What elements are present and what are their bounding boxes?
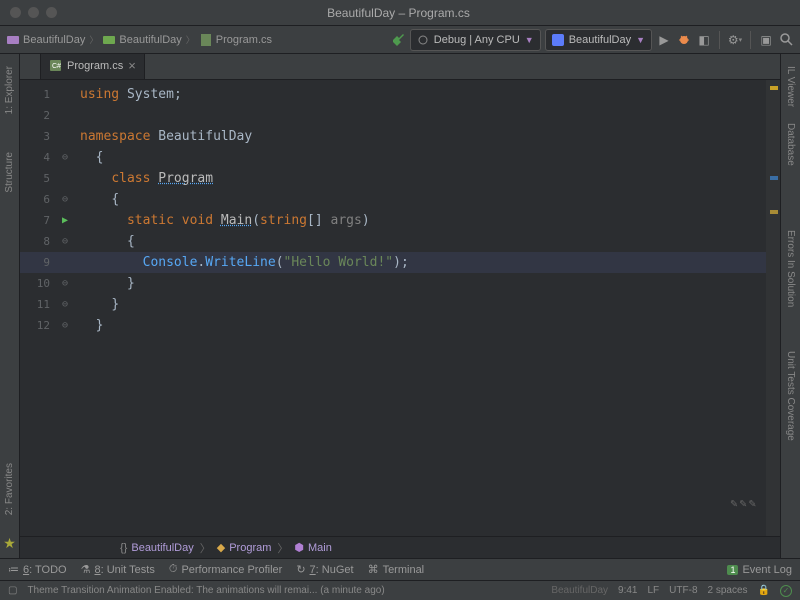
- run-gutter-icon[interactable]: ▶: [56, 215, 74, 226]
- bug-icon: [417, 34, 429, 46]
- coverage-button[interactable]: ◧: [696, 32, 712, 48]
- chevron-down-icon: ▼: [525, 35, 534, 45]
- lock-icon[interactable]: 🔒: [758, 585, 770, 596]
- breadcrumb-item[interactable]: Program.cs: [199, 33, 272, 47]
- encoding[interactable]: UTF-8: [669, 585, 697, 596]
- svg-text:C#: C#: [52, 63, 61, 70]
- search-button[interactable]: [778, 32, 794, 48]
- project-selector[interactable]: BeautifulDay ▼: [545, 29, 652, 51]
- code-nav-bar: {}BeautifulDay 〉 ◆Program 〉 ⬢Main: [20, 536, 780, 558]
- status-message: Theme Transition Animation Enabled: The …: [27, 585, 384, 596]
- nav-method[interactable]: ⬢Main: [294, 541, 331, 554]
- event-log-tool[interactable]: 1Event Log: [727, 564, 792, 576]
- line-number: 6: [20, 193, 56, 206]
- breadcrumb-label: BeautifulDay: [119, 34, 181, 46]
- csharp-file-icon: [199, 33, 213, 47]
- nav-class[interactable]: ◆Program: [217, 541, 272, 554]
- coverage-tool[interactable]: Unit Tests Coverage: [785, 347, 796, 445]
- status-bar: ▢ Theme Transition Animation Enabled: Th…: [0, 580, 800, 600]
- window-title: BeautifulDay – Program.cs: [57, 6, 740, 20]
- code-editor[interactable]: 1 2 3 4⊖ 5 6⊖ 7▶ 8⊖ 9 10⊖ 11⊖ 12⊖ using …: [20, 80, 780, 536]
- nav-namespace[interactable]: {}BeautifulDay: [120, 542, 194, 554]
- tab-label: Program.cs: [67, 60, 123, 72]
- debug-button[interactable]: [676, 32, 692, 48]
- close-dot[interactable]: [10, 7, 21, 18]
- marker-strip[interactable]: [766, 80, 780, 536]
- breadcrumb-item[interactable]: BeautifulDay: [6, 33, 85, 47]
- build-button[interactable]: [390, 32, 406, 48]
- line-ending[interactable]: LF: [648, 585, 660, 596]
- line-number: 12: [20, 319, 56, 332]
- chevron-down-icon: ▼: [636, 35, 645, 45]
- layout-button[interactable]: ▣: [758, 32, 774, 48]
- line-number: 2: [20, 109, 56, 122]
- pens-icon: ✎✎✎: [730, 496, 758, 510]
- breadcrumb-label: BeautifulDay: [23, 34, 85, 46]
- line-number: 5: [20, 172, 56, 185]
- titlebar: BeautifulDay – Program.cs: [0, 0, 800, 26]
- line-number: 11: [20, 298, 56, 311]
- csproj-icon: [102, 33, 116, 47]
- rider-icon: [552, 34, 564, 46]
- favorites-tool[interactable]: 2: Favorites: [4, 459, 15, 519]
- line-number: 7: [20, 214, 56, 227]
- window-controls[interactable]: [0, 7, 57, 18]
- code-content[interactable]: using System; namespace BeautifulDay { c…: [80, 80, 766, 536]
- left-tool-rail: 1: Explorer Structure 2: Favorites ★: [0, 54, 20, 558]
- zoom-dot[interactable]: [46, 7, 57, 18]
- right-tool-rail: IL Viewer Database Errors In Solution Un…: [780, 54, 800, 558]
- line-number: 4: [20, 151, 56, 164]
- profiler-tool[interactable]: ⏱Performance Profiler: [169, 563, 282, 576]
- csharp-file-icon: C#: [49, 59, 62, 72]
- minimize-dot[interactable]: [28, 7, 39, 18]
- warning-marker[interactable]: [770, 210, 778, 214]
- editor-tab[interactable]: C# Program.cs ×: [40, 53, 145, 79]
- line-number: 1: [20, 88, 56, 101]
- run-button[interactable]: ▶: [656, 32, 672, 48]
- main-toolbar: BeautifulDay 〉 BeautifulDay 〉 Program.cs…: [0, 26, 800, 54]
- editor-area: C# Program.cs × 1 2 3 4⊖ 5 6⊖ 7▶ 8⊖ 9 10…: [20, 54, 780, 558]
- project-label: BeautifulDay: [569, 34, 631, 46]
- gutter: 1 2 3 4⊖ 5 6⊖ 7▶ 8⊖ 9 10⊖ 11⊖ 12⊖: [20, 80, 80, 536]
- star-icon: ★: [3, 529, 16, 558]
- il-viewer-tool[interactable]: IL Viewer: [785, 62, 796, 111]
- line-number: 3: [20, 130, 56, 143]
- close-tab-button[interactable]: ×: [128, 58, 136, 73]
- search-icon: [779, 32, 794, 47]
- errors-tool[interactable]: Errors In Solution: [785, 226, 796, 311]
- database-tool[interactable]: Database: [785, 119, 796, 170]
- editor-tabs: C# Program.cs ×: [20, 54, 780, 80]
- breadcrumb-item[interactable]: BeautifulDay: [102, 33, 181, 47]
- line-number: 8: [20, 235, 56, 248]
- structure-tool[interactable]: Structure: [4, 148, 15, 197]
- line-number: 9: [20, 256, 56, 269]
- terminal-tool[interactable]: ⌘Terminal: [368, 563, 425, 576]
- solution-icon: [6, 33, 20, 47]
- check-status-icon[interactable]: ✓: [780, 585, 792, 597]
- status-project[interactable]: BeautifulDay: [551, 585, 608, 596]
- bottom-tool-bar: ≔6: TODO ⚗8: Unit Tests ⏱Performance Pro…: [0, 558, 800, 580]
- layout-icon[interactable]: ▢: [8, 585, 17, 596]
- line-number: 10: [20, 277, 56, 290]
- cursor-position[interactable]: 9:41: [618, 585, 637, 596]
- main-area: 1: Explorer Structure 2: Favorites ★ C# …: [0, 54, 800, 558]
- config-label: Debug | Any CPU: [434, 34, 520, 46]
- breadcrumb-label: Program.cs: [216, 34, 272, 46]
- config-selector[interactable]: Debug | Any CPU ▼: [410, 29, 541, 51]
- nuget-tool[interactable]: ↻7: NuGet: [296, 563, 353, 576]
- explorer-tool[interactable]: 1: Explorer: [4, 62, 15, 118]
- more-tools-button[interactable]: ⚙▾: [727, 32, 743, 48]
- warning-marker[interactable]: [770, 86, 778, 90]
- info-marker[interactable]: [770, 176, 778, 180]
- unit-tests-tool[interactable]: ⚗8: Unit Tests: [81, 563, 155, 576]
- breadcrumb[interactable]: BeautifulDay 〉 BeautifulDay 〉 Program.cs: [6, 33, 272, 47]
- indent-setting[interactable]: 2 spaces: [708, 585, 748, 596]
- todo-tool[interactable]: ≔6: TODO: [8, 563, 67, 576]
